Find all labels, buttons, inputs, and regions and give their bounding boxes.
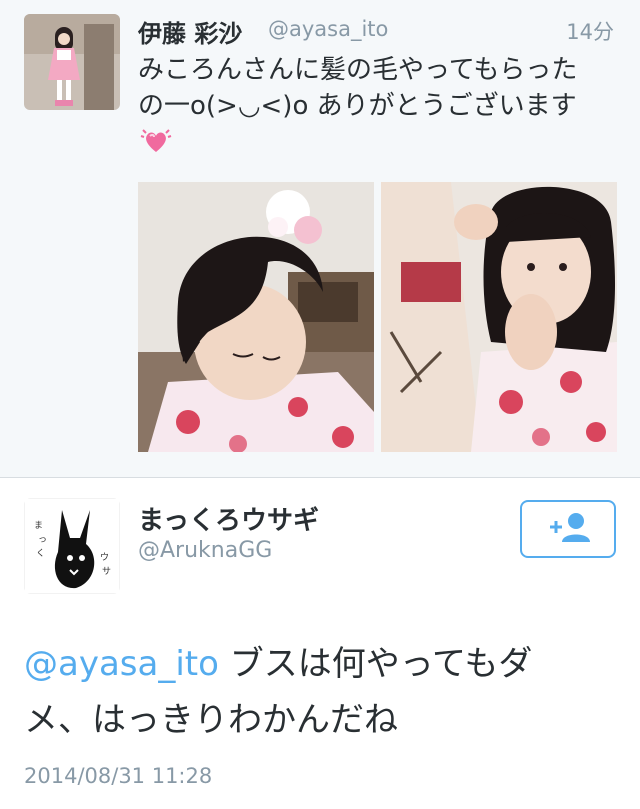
- beating-heart-icon: [140, 124, 172, 156]
- tweet-timestamp[interactable]: 2014/08/31 11:28: [24, 764, 212, 788]
- tweet-text-line-2: メ、はっきりわかんだね: [24, 700, 398, 740]
- quoted-tweet[interactable]: 伊藤 彩沙 @ayasa_ito 14分 みころんさんに髪の毛やってもらった の…: [0, 0, 640, 478]
- author-avatar[interactable]: ま っ く ウ サ: [24, 498, 120, 594]
- svg-text:サ: サ: [102, 566, 111, 577]
- quoted-tweet-text: みころんさんに髪の毛やってもらった の一o(>◡<)o ありがとうございます: [138, 52, 628, 124]
- add-user-icon: [544, 510, 592, 548]
- quoted-photo-2[interactable]: [381, 182, 617, 452]
- author-handle[interactable]: @AruknaGG: [138, 538, 272, 563]
- author-name[interactable]: まっくろウサギ: [138, 500, 319, 537]
- quoted-author-avatar[interactable]: [24, 14, 120, 110]
- quoted-text-line-1: みころんさんに髪の毛やってもらった: [138, 55, 578, 85]
- follow-button[interactable]: [520, 500, 616, 558]
- quoted-tweet-time: 14分: [566, 20, 614, 44]
- quoted-author-handle[interactable]: @ayasa_ito: [268, 17, 388, 41]
- avatar-lettering: ま: [34, 520, 43, 531]
- tweet-text-line-1-rest: ブスは何やってもダ: [218, 644, 533, 684]
- tweet-text: @ayasa_ito ブスは何やってもダ メ、はっきりわかんだね: [24, 636, 624, 748]
- svg-text:ウ: ウ: [100, 552, 109, 563]
- quoted-author-name[interactable]: 伊藤 彩沙: [138, 14, 242, 49]
- svg-text:っ: っ: [38, 535, 47, 545]
- mention-link[interactable]: @ayasa_ito: [24, 644, 219, 684]
- quoted-text-line-2: の一o(>◡<)o ありがとうございます: [138, 91, 577, 121]
- tweet-text-line-1: @ayasa_ito ブスは何やってもダ: [24, 636, 624, 692]
- quoted-photo-1[interactable]: [138, 182, 374, 452]
- svg-text:く: く: [36, 549, 45, 559]
